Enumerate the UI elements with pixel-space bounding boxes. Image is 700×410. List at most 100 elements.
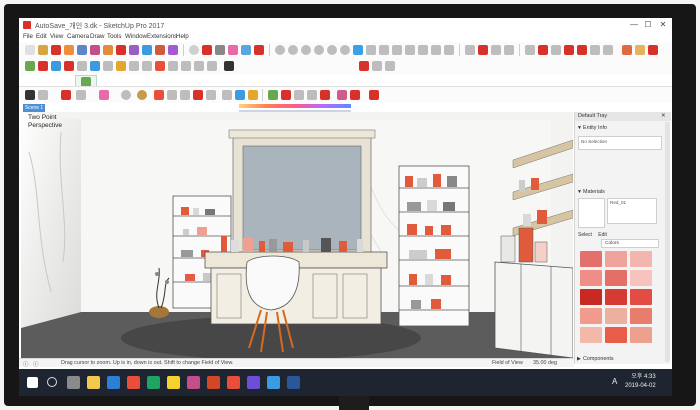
select-arrow-icon[interactable] [25,90,35,100]
section-display-icon[interactable] [194,61,204,71]
print-icon[interactable] [155,45,165,55]
soften-edges-icon[interactable] [168,61,178,71]
zoom-icon[interactable] [254,45,264,55]
layers-icon[interactable] [359,61,369,71]
tab-scene-1[interactable]: Scene 1 [23,104,45,112]
material-swatch[interactable] [605,308,627,324]
chrome-icon[interactable] [147,376,160,389]
paste-icon[interactable] [103,45,113,55]
scissors-icon[interactable] [77,45,87,55]
solid-subtract-icon[interactable] [478,45,488,55]
menu-extensions[interactable]: Extensions [147,33,177,40]
scale-tool-icon[interactable] [222,90,232,100]
dimension-icon[interactable] [103,61,113,71]
windows-start-icon[interactable] [27,377,38,388]
pushpull-icon[interactable] [202,45,212,55]
walk-icon[interactable] [129,61,139,71]
minimize-button[interactable]: — [628,19,640,30]
tray-scrollbar[interactable] [665,122,670,362]
help-icon[interactable]: ⓘ [33,360,38,368]
hidden-line-icon[interactable] [379,45,389,55]
material-swatch[interactable] [630,327,652,343]
material-swatch[interactable] [605,289,627,305]
app-icon[interactable] [187,376,200,389]
word-icon[interactable] [287,376,300,389]
outliner-icon[interactable] [372,61,382,71]
measurement-value[interactable]: 35.00 deg [533,360,557,366]
paint-bucket-icon[interactable] [25,61,35,71]
layout-icon[interactable] [635,45,645,55]
entity-info-header[interactable]: ▼ Entity Info [575,124,671,133]
drawing-viewport[interactable]: Two Point Perspective [21,112,573,358]
front-view-icon[interactable] [301,45,311,55]
back-view-icon[interactable] [327,45,337,55]
circle-icon[interactable] [121,90,131,100]
rectangle-icon[interactable] [154,90,164,100]
send-to-layout-icon[interactable] [648,45,658,55]
app-purple-icon[interactable] [247,376,260,389]
erase-icon[interactable] [116,45,126,55]
guide-icon[interactable] [235,90,245,100]
fog-icon[interactable] [181,61,191,71]
material-swatch[interactable] [630,308,652,324]
get-models-icon[interactable] [590,45,600,55]
make-component-icon[interactable] [38,90,48,100]
input-language-indicator[interactable]: A [612,377,617,386]
polygon-icon[interactable] [167,90,177,100]
material-swatch[interactable] [580,289,602,305]
powerpoint-icon[interactable] [207,376,220,389]
arc-icon[interactable] [137,90,147,100]
shadow-settings-icon[interactable] [224,61,234,71]
solid-union-icon[interactable] [465,45,475,55]
position-camera-icon[interactable] [155,61,165,71]
material-swatch[interactable] [630,289,652,305]
menu-window[interactable]: Window [125,33,147,40]
menu-tools[interactable]: Tools [107,33,121,40]
material-collection-select[interactable]: Colors [601,239,659,248]
shadow-toggle-icon[interactable] [207,61,217,71]
share-model-icon[interactable] [577,45,587,55]
section-plane-icon[interactable] [431,45,441,55]
solid-split-icon[interactable] [504,45,514,55]
tab-select[interactable]: Select [578,232,592,238]
textured-icon[interactable] [405,45,415,55]
style-builder-icon[interactable] [622,45,632,55]
components-header[interactable]: ▶ Components [575,355,671,364]
eraser-icon[interactable] [99,90,109,100]
material-swatch[interactable] [580,270,602,286]
zoom-tool-icon[interactable] [307,90,317,100]
material-swatch[interactable] [630,270,652,286]
camera-icon[interactable] [189,45,199,55]
menu-view[interactable]: View [50,33,63,40]
xray-icon[interactable] [353,45,363,55]
material-swatch[interactable] [580,308,602,324]
menu-camera[interactable]: Camera [67,33,89,40]
text-icon[interactable] [77,61,87,71]
extension-warehouse-icon[interactable] [603,45,613,55]
plugin-a-icon[interactable] [350,90,360,100]
monochrome-icon[interactable] [418,45,428,55]
materials-header[interactable]: ▼ Materials [575,188,671,197]
paint-icon[interactable] [268,90,278,100]
pan-icon[interactable] [241,45,251,55]
plugin-b-icon[interactable] [369,90,379,100]
iso-view-icon[interactable] [275,45,285,55]
clock[interactable]: 오후 4:33 2019-04-02 [625,373,656,391]
axes-icon[interactable] [90,61,100,71]
section-cut-icon[interactable] [444,45,454,55]
menu-file[interactable]: File [23,33,33,40]
offset-icon[interactable] [206,90,216,100]
sandbox-icon[interactable] [525,45,535,55]
right-view-icon[interactable] [314,45,324,55]
menu-edit[interactable]: Edit [36,33,47,40]
warehouse-icon[interactable] [51,45,61,55]
top-view-icon[interactable] [288,45,298,55]
material-swatch[interactable] [605,270,627,286]
material-swatch[interactable] [605,327,627,343]
layout-taskbar-icon[interactable] [227,376,240,389]
sketchup-taskbar-icon[interactable] [127,376,140,389]
orbit-icon[interactable] [228,45,238,55]
follow-me-icon[interactable] [180,90,190,100]
pencil-icon[interactable] [61,90,71,100]
info-icon[interactable]: ⓘ [23,360,28,368]
